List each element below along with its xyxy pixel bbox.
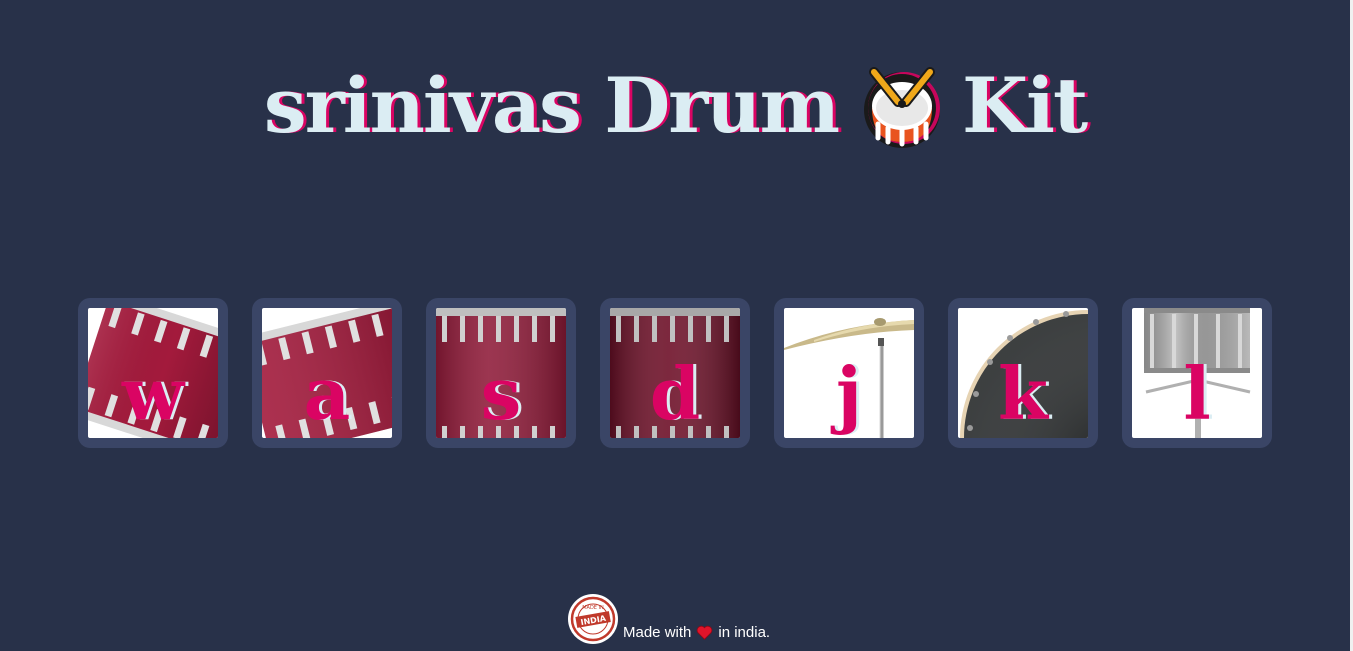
page-title: srinivas Drum Kit — [0, 56, 1350, 160]
drum-key-label: s — [480, 351, 522, 436]
footer: MADE IN INDIA Made with in india. — [567, 591, 770, 645]
drum-key-label: k — [998, 351, 1048, 436]
drum-w[interactable]: w — [78, 298, 228, 448]
drum-d[interactable]: d — [600, 298, 750, 448]
drum-key-label: l — [1183, 351, 1211, 436]
in-india-text: in india. — [718, 624, 771, 641]
drum-key-label: j — [835, 351, 863, 436]
heart-icon — [697, 625, 713, 640]
drum-s[interactable]: s — [426, 298, 576, 448]
drum-j[interactable]: j — [774, 298, 924, 448]
drum-icon — [860, 58, 944, 154]
drum-key-label: d — [649, 351, 701, 436]
drum-l[interactable]: l — [1122, 298, 1272, 448]
drum-k[interactable]: k — [948, 298, 1098, 448]
drum-a[interactable]: a — [252, 298, 402, 448]
title-prefix: srinivas Drum — [263, 61, 840, 150]
title-suffix: Kit — [962, 61, 1088, 150]
drum-key-label: w — [122, 351, 184, 436]
drum-key-label: a — [303, 351, 351, 436]
badge-ring-text: MADE IN — [582, 605, 604, 611]
page: srinivas Drum Kit w a s d j k l MADE IN … — [0, 0, 1353, 651]
made-in-india-badge-icon: MADE IN INDIA — [568, 594, 618, 644]
made-with-text: Made with — [623, 624, 692, 641]
drum-set: w a s d j k l — [78, 298, 1278, 448]
footer-text: Made with in india. — [623, 624, 770, 645]
